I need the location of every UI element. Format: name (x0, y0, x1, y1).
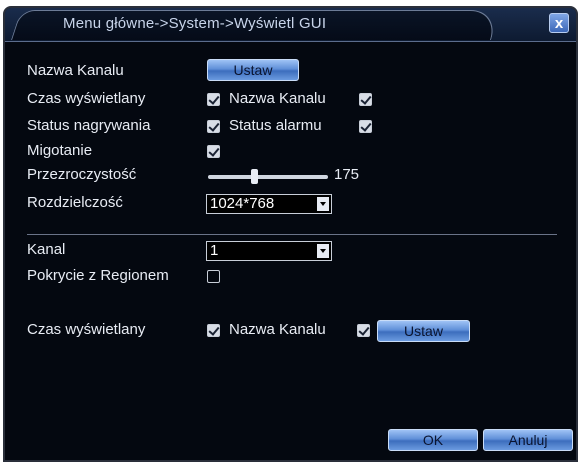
alarm-status-label: Status alarmu (229, 117, 322, 134)
record-status-label: Status nagrywania (27, 117, 151, 134)
channel-select[interactable]: 1 (206, 241, 332, 261)
ok-button[interactable]: OK (388, 429, 478, 451)
cancel-button[interactable]: Anuluj (483, 429, 573, 451)
dialog-title: Menu główne->System->Wyświetl GUI (63, 15, 327, 32)
transparency-value: 175 (334, 166, 360, 183)
channel-name-label: Nazwa Kanalu (27, 62, 124, 79)
channel-value: 1 (210, 242, 219, 259)
show-channel-name-label: Nazwa Kanalu (229, 90, 326, 107)
transparency-label: Przezroczystość (27, 166, 137, 183)
close-icon: x (554, 15, 564, 32)
resolution-value: 1024*768 (210, 195, 275, 212)
gui-display-dialog: Menu główne->System->Wyświetl GUI x Nazw… (3, 6, 578, 462)
region-channel-name-checkbox[interactable] (357, 324, 370, 337)
region-cover-label: Pokrycie z Regionem (27, 267, 169, 284)
channel-name-set-button[interactable]: Ustaw (207, 59, 299, 81)
resolution-select[interactable]: 1024*768 (206, 194, 332, 214)
transparency-slider-track[interactable] (208, 175, 328, 179)
chevron-down-icon (317, 197, 329, 211)
transparency-slider-thumb[interactable] (251, 169, 258, 184)
blinking-label: Migotanie (27, 142, 93, 159)
region-display-time-label: Czas wyświetlany (27, 321, 146, 338)
resolution-label: Rozdzielczość (27, 194, 123, 211)
record-status-checkbox[interactable] (207, 120, 220, 133)
display-time-checkbox[interactable] (207, 93, 220, 106)
display-time-label: Czas wyświetlany (27, 90, 146, 107)
blinking-checkbox[interactable] (207, 145, 220, 158)
title-underline (5, 41, 576, 42)
alarm-status-checkbox[interactable] (359, 120, 372, 133)
region-display-time-checkbox[interactable] (207, 324, 220, 337)
channel-label: Kanal (27, 241, 66, 258)
region-cover-checkbox[interactable] (207, 270, 220, 283)
section-divider (27, 234, 557, 235)
title-bar: Menu główne->System->Wyświetl GUI x (5, 8, 576, 42)
chevron-down-icon (317, 244, 329, 258)
close-button[interactable]: x (549, 13, 569, 33)
region-channel-name-label: Nazwa Kanalu (229, 321, 326, 338)
show-channel-name-checkbox[interactable] (359, 93, 372, 106)
screen-frame: Menu główne->System->Wyświetl GUI x Nazw… (0, 0, 582, 464)
region-set-button[interactable]: Ustaw (377, 320, 470, 342)
